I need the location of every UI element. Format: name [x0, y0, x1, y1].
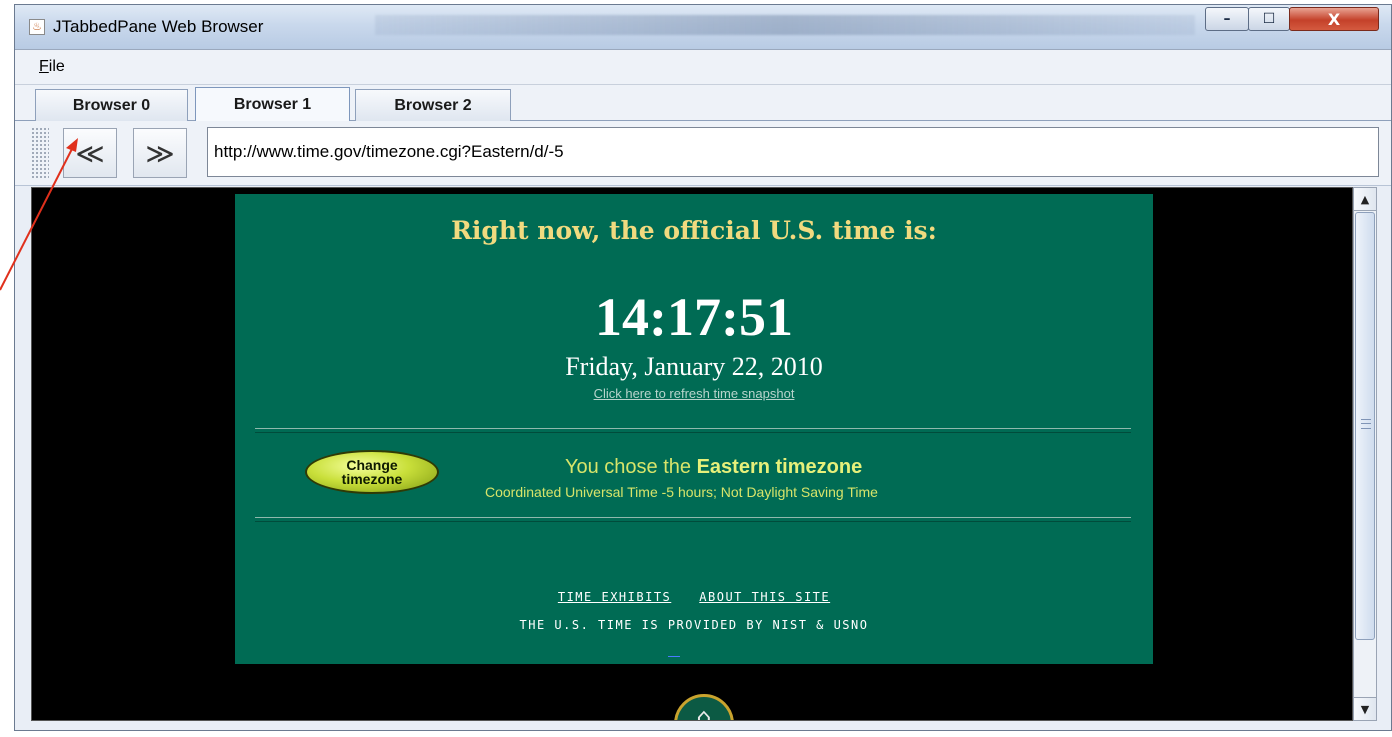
- tab-browser-2[interactable]: Browser 2: [355, 89, 511, 121]
- tiny-link[interactable]: [668, 656, 680, 657]
- browser-window: ♨ JTabbedPane Web Browser – ☐ X File Bro…: [14, 4, 1392, 731]
- divider: [255, 517, 1131, 522]
- maximize-icon: ☐: [1262, 11, 1276, 27]
- menu-file-mnemonic: F: [39, 58, 49, 75]
- menu-file[interactable]: File: [39, 58, 65, 76]
- official-time: 14:17:51: [595, 287, 793, 347]
- menu-bar: File: [15, 50, 1391, 85]
- title-bar[interactable]: ♨ JTabbedPane Web Browser – ☐ X: [15, 5, 1391, 50]
- forward-icon: ≫: [145, 136, 175, 170]
- url-field[interactable]: http://www.time.gov/timezone.cgi?Eastern…: [207, 127, 1379, 177]
- scroll-up-arrow-icon[interactable]: ▲: [1354, 188, 1376, 211]
- tab-browser-1[interactable]: Browser 1: [195, 87, 350, 121]
- timezone-name: Eastern timezone: [696, 456, 863, 478]
- forward-button[interactable]: ≫: [133, 128, 187, 178]
- toolbar-grip[interactable]: [31, 127, 49, 179]
- footer-links: TIME EXHIBITS ABOUT THIS SITE: [235, 590, 1153, 604]
- tab-strip: Browser 0 Browser 2 Browser 1: [15, 85, 1391, 121]
- menu-file-label: ile: [48, 58, 65, 75]
- timezone-detail: Coordinated Universal Time -5 hours; Not…: [485, 484, 878, 500]
- java-icon: ♨: [29, 19, 45, 35]
- about-site-link[interactable]: ABOUT THIS SITE: [699, 590, 830, 604]
- current-date: Friday, January 22, 2010: [565, 352, 823, 381]
- headline: Right now, the official U.S. time is:: [451, 216, 937, 245]
- web-content-area[interactable]: Right now, the official U.S. time is: 14…: [31, 187, 1353, 721]
- home-icon[interactable]: ⌂: [674, 694, 734, 720]
- provider-note: THE U.S. TIME IS PROVIDED BY NIST & USNO: [519, 618, 869, 632]
- change-button-line2: timezone: [341, 471, 403, 487]
- scroll-thumb[interactable]: [1355, 212, 1375, 640]
- minimize-button[interactable]: –: [1205, 7, 1249, 31]
- change-timezone-button[interactable]: Change timezone: [305, 450, 439, 494]
- timezone-choice: You chose the Eastern timezone: [565, 456, 862, 479]
- time-exhibits-link[interactable]: TIME EXHIBITS: [558, 590, 671, 604]
- tab-browser-0[interactable]: Browser 0: [35, 89, 188, 121]
- time-panel: Right now, the official U.S. time is: 14…: [235, 194, 1153, 664]
- scroll-down-arrow-icon[interactable]: ▼: [1354, 697, 1376, 720]
- timezone-prefix: You chose the: [565, 456, 697, 478]
- close-icon: X: [1327, 9, 1341, 29]
- navigation-toolbar: ≪ ≫ http://www.time.gov/timezone.cgi?Eas…: [15, 121, 1391, 186]
- back-button[interactable]: ≪: [63, 128, 117, 178]
- refresh-link[interactable]: Click here to refresh time snapshot: [235, 386, 1153, 401]
- maximize-button[interactable]: ☐: [1248, 7, 1290, 31]
- vertical-scrollbar[interactable]: ▲ ▼: [1353, 187, 1377, 721]
- blurred-background-title: [375, 15, 1195, 35]
- divider: [255, 428, 1131, 433]
- scroll-grip-icon: [1361, 419, 1371, 429]
- minimize-icon: –: [1223, 11, 1231, 27]
- close-button[interactable]: X: [1289, 7, 1379, 31]
- back-icon: ≪: [75, 136, 105, 170]
- window-title: JTabbedPane Web Browser: [53, 17, 264, 36]
